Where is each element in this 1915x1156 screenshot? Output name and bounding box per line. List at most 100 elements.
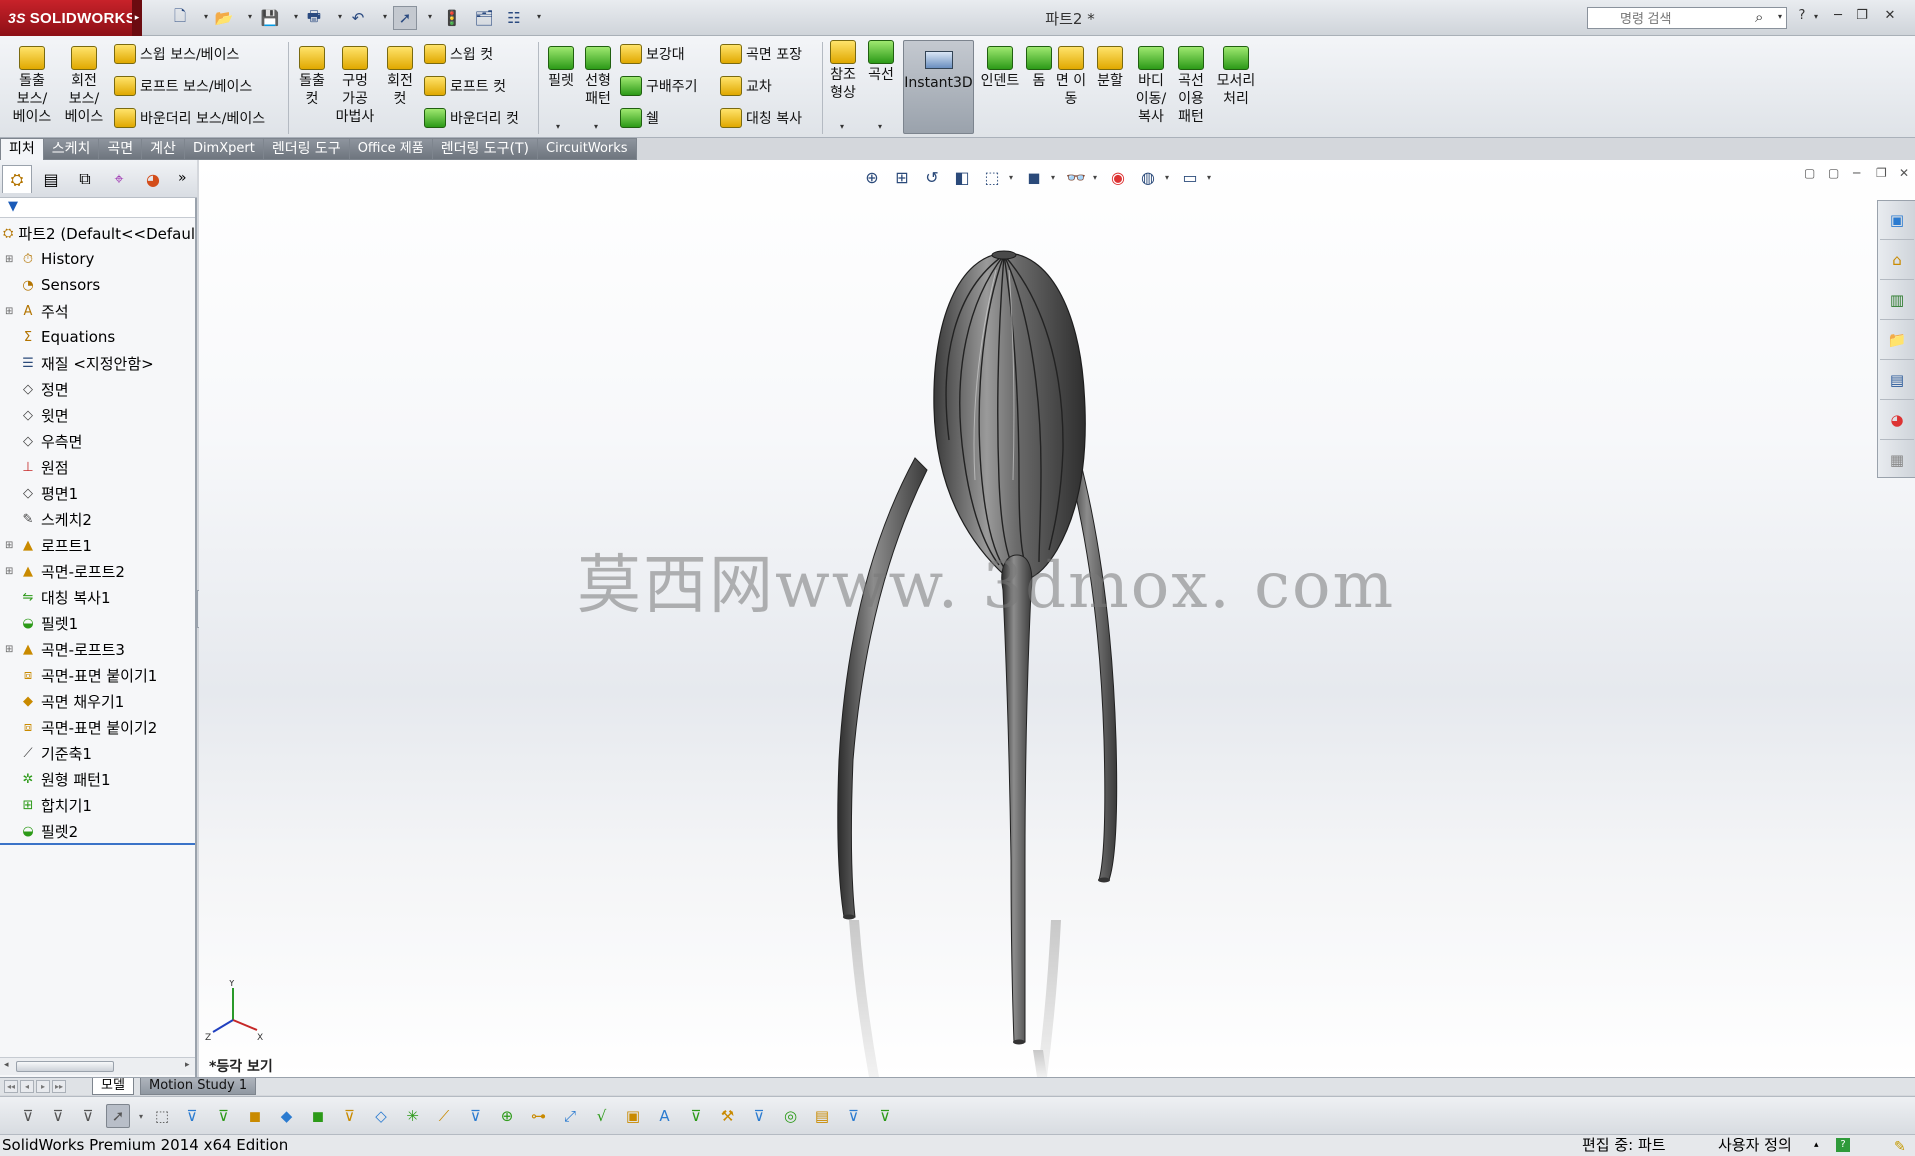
viewport-close-icon[interactable]: ✕ (1899, 166, 1909, 180)
expand-toggle-icon[interactable]: ⊞ (5, 254, 15, 265)
select-box-icon[interactable]: ⬚ (150, 1104, 174, 1128)
filter-surface-finish-icon[interactable]: √ (590, 1104, 614, 1128)
next-tab-icon[interactable]: ▸ (36, 1080, 50, 1093)
print-dropdown-icon[interactable]: ▾ (338, 12, 342, 21)
tree-item[interactable]: ⊞ ▲ 로프트1 (0, 532, 195, 558)
search-dropdown-icon[interactable]: ▾ (1778, 12, 1782, 21)
viewport-tile-icon[interactable]: ▢ (1804, 166, 1815, 180)
tree-item[interactable]: ◆ 곡면 채우기1 (0, 688, 195, 714)
graphics-area[interactable]: 莫西网www. 3dmox. com ⊕ ⊞ ↺ ◧ ⬚ ▾ ◼ ▾ 👓 ▾ ◉… (199, 160, 1915, 1077)
tab-sketch[interactable]: 스케치 (43, 138, 100, 160)
ref-geometry-dropdown-icon[interactable]: ▾ (840, 122, 844, 131)
panel-horizontal-scrollbar[interactable]: ◂ ▸ (0, 1057, 195, 1075)
revolve-boss-button[interactable]: 회전 보스/ 베이스 (60, 46, 108, 126)
minimize-window-icon[interactable]: ─ (1828, 6, 1848, 26)
view-settings-dropdown-icon[interactable]: ▾ (1207, 173, 1215, 182)
tree-item[interactable]: ◇ 평면1 (0, 480, 195, 506)
help-icon[interactable]: ? (1792, 6, 1812, 26)
intersect-button[interactable]: 교차 (720, 74, 772, 98)
tree-item[interactable]: ⊞ ▲ 곡면-로프트3 (0, 636, 195, 662)
viewport-minimize-icon[interactable]: ─ (1853, 166, 1860, 180)
draft-button[interactable]: 구배주기 (620, 74, 698, 98)
feature-manager-tab-icon[interactable]: ⛭ (2, 165, 32, 193)
filter-notes-icon[interactable]: A (653, 1104, 677, 1128)
save-dropdown-icon[interactable]: ▾ (294, 12, 298, 21)
tab-model[interactable]: 모델 (92, 1078, 134, 1095)
dimxpert-manager-tab-icon[interactable]: ⌖ (104, 165, 134, 193)
tab-office-products[interactable]: Office 제품 (349, 138, 433, 160)
selection-filter-clear-icon[interactable]: ⊽ (46, 1104, 70, 1128)
loft-boss-button[interactable]: 로프트 보스/베이스 (114, 74, 252, 98)
filter-blocks-icon[interactable]: ▤ (810, 1104, 834, 1128)
tree-item[interactable]: Σ Equations (0, 324, 195, 350)
first-tab-icon[interactable]: ◂◂ (4, 1080, 18, 1093)
hide-show-dropdown-icon[interactable]: ▾ (1093, 173, 1101, 182)
custom-properties-icon[interactable]: ▦ (1884, 447, 1910, 473)
filter-axes-icon[interactable]: ⊽ (338, 1104, 362, 1128)
solidworks-resources-icon[interactable]: ▣ (1884, 207, 1910, 233)
fillet-button[interactable]: 필렛 (544, 46, 578, 90)
last-tab-icon[interactable]: ▸▸ (52, 1080, 66, 1093)
help-dropdown-icon[interactable]: ▾ (1814, 12, 1818, 21)
menu-expand-arrow-icon[interactable]: ▸ (132, 0, 142, 36)
tab-surfaces[interactable]: 곡면 (99, 138, 143, 160)
file-properties-icon[interactable]: 🗂 (472, 6, 496, 30)
dome-button[interactable]: 돔 (1024, 46, 1054, 90)
restore-window-icon[interactable]: ❐ (1852, 6, 1872, 26)
configuration-manager-tab-icon[interactable]: ⧉ (70, 165, 100, 193)
filter-midpoints-icon[interactable]: ⊽ (464, 1104, 488, 1128)
unit-system-selector[interactable]: 사용자 정의 (1718, 1135, 1792, 1156)
tree-item[interactable]: ⊞ ▲ 곡면-로프트2 (0, 558, 195, 584)
options-dropdown-icon[interactable]: ▾ (537, 12, 541, 21)
select-dropdown-icon[interactable]: ▾ (428, 12, 432, 21)
filter-geometric-tolerances-icon[interactable]: ▣ (621, 1104, 645, 1128)
quick-tips-icon[interactable]: ? (1836, 1138, 1850, 1152)
rollback-bar[interactable] (0, 843, 195, 845)
section-view-icon[interactable]: ◧ (949, 165, 975, 189)
filter-icon[interactable]: ▼ (8, 199, 18, 214)
apply-scene-icon[interactable]: ◍ (1135, 165, 1161, 189)
new-document-icon[interactable]: 🗋 (168, 6, 192, 30)
tab-features[interactable]: 피처 (0, 138, 44, 160)
filter-planes-icon[interactable]: ◇ (369, 1104, 393, 1128)
chamfer-edge-button[interactable]: 모서리 처리 (1214, 46, 1258, 108)
toggle-selection-filter-icon[interactable]: ⊽ (16, 1104, 40, 1128)
view-palette-icon[interactable]: ▤ (1884, 367, 1910, 393)
view-orientation-dropdown-icon[interactable]: ▾ (1009, 173, 1017, 182)
filter-centerline-icon[interactable]: ⊶ (527, 1104, 551, 1128)
filter-sketch-segments-icon[interactable]: ⟋ (432, 1104, 456, 1128)
expand-toggle-icon[interactable]: ⊞ (5, 644, 15, 655)
filter-datum-features-icon[interactable]: ⊽ (684, 1104, 708, 1128)
expand-toggle-icon[interactable]: ⊞ (5, 566, 15, 577)
view-orientation-icon[interactable]: ⬚ (979, 165, 1005, 189)
tree-item[interactable]: ✲ 원형 패턴1 (0, 766, 195, 792)
indent-button[interactable]: 인덴트 (978, 46, 1022, 90)
rebuild-status-icon[interactable]: ✎ (1894, 1137, 1906, 1156)
tree-item[interactable]: ✎ 스케치2 (0, 506, 195, 532)
select-pointer-icon[interactable]: ➚ (393, 6, 417, 30)
tab-evaluate[interactable]: 계산 (142, 138, 185, 160)
extrude-cut-button[interactable]: 돌출 컷 (294, 46, 330, 108)
edit-appearance-icon[interactable]: ◉ (1105, 165, 1131, 189)
tree-item[interactable]: ◇ 우측면 (0, 428, 195, 454)
tree-root-part[interactable]: ⛭ 파트2 (Default<<Default (0, 220, 195, 246)
new-dropdown-icon[interactable]: ▾ (204, 12, 208, 21)
tree-item[interactable]: ⊞ ⏱ History (0, 246, 195, 272)
scroll-right-icon[interactable]: ▸ (185, 1060, 190, 1070)
fillet-dropdown-icon[interactable]: ▾ (556, 122, 560, 131)
display-style-dropdown-icon[interactable]: ▾ (1051, 173, 1059, 182)
filter-surface-bodies-icon[interactable]: ◆ (275, 1104, 299, 1128)
home-icon[interactable]: ⌂ (1884, 247, 1910, 273)
curves-dropdown-icon[interactable]: ▾ (878, 122, 882, 131)
hide-show-items-icon[interactable]: 👓 (1063, 165, 1089, 189)
print-icon[interactable]: 🖶 (302, 6, 326, 30)
reference-geometry-button[interactable]: 참조 형상 (826, 40, 860, 102)
undo-icon[interactable]: ↶ (346, 6, 370, 30)
filter-settings-icon[interactable]: ⊽ (76, 1104, 100, 1128)
tree-item[interactable]: ⧈ 곡면-표면 붙이기2 (0, 714, 195, 740)
open-folder-icon[interactable]: 📂 (212, 6, 236, 30)
filter-center-marks-icon[interactable]: ⊕ (495, 1104, 519, 1128)
tree-item[interactable]: ⊞ 합치기1 (0, 792, 195, 818)
rebuild-traffic-light-icon[interactable]: 🚦 (440, 6, 464, 30)
split-button[interactable]: 분할 (1094, 46, 1126, 90)
